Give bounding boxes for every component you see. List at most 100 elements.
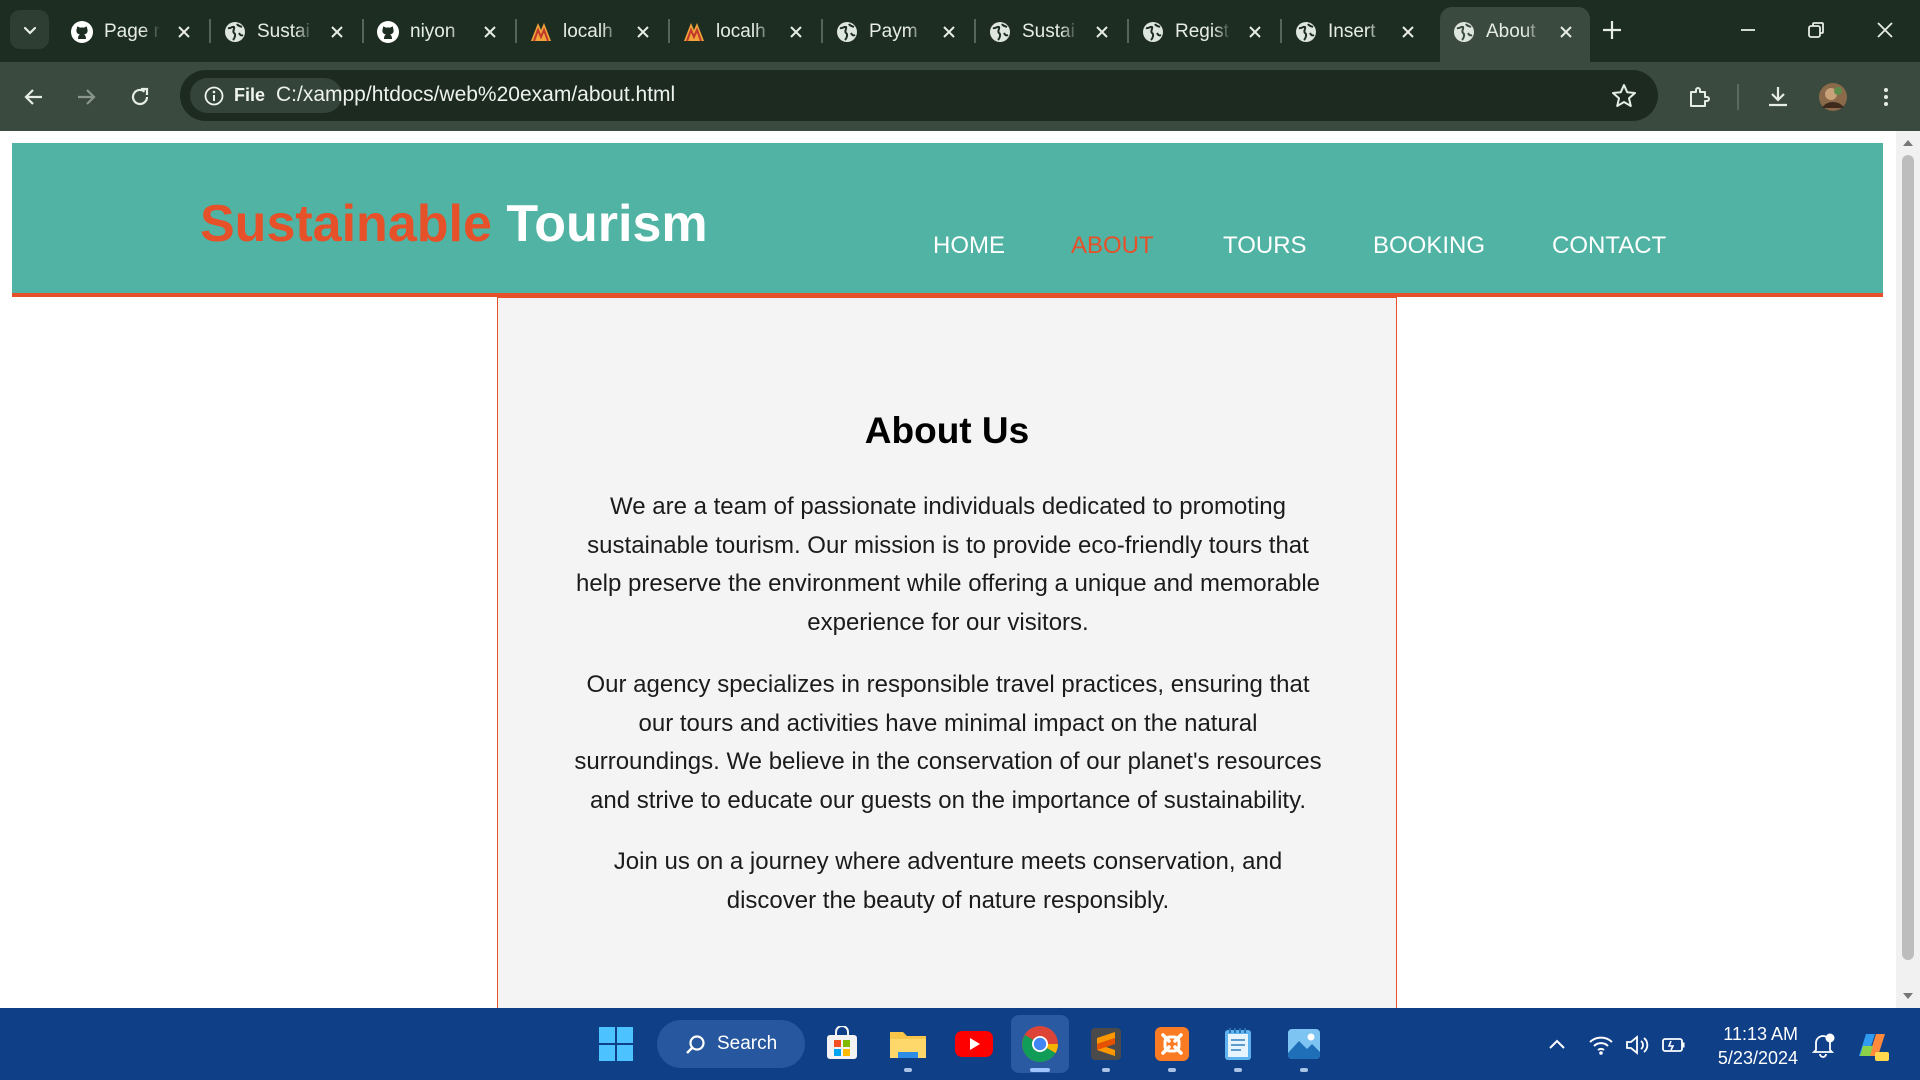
battery-icon[interactable] [1661,1032,1687,1058]
scroll-up-arrow-icon[interactable] [1902,137,1914,149]
taskbar-clock[interactable]: 11:13 AM 5/23/2024 [1708,1022,1798,1070]
tab-localhost-1[interactable]: localh [517,7,667,56]
nav-booking[interactable]: BOOKING [1373,232,1485,260]
notification-bell-icon[interactable] [1808,1030,1838,1060]
notepad-icon [1225,1028,1251,1060]
tab-register[interactable]: Regist [1129,7,1279,56]
reload-icon [131,87,149,106]
scrollbar-thumb[interactable] [1902,155,1914,960]
restore-button[interactable] [1793,10,1839,50]
running-indicator [1234,1068,1242,1072]
globe-icon [225,22,245,42]
chevron-up-icon[interactable] [1544,1032,1570,1058]
globe-icon [1296,22,1316,42]
minimize-button[interactable] [1725,10,1771,50]
taskbar-microsoft-store[interactable] [820,1022,864,1066]
close-icon[interactable] [939,22,959,42]
clock-date: 5/23/2024 [1717,1048,1798,1068]
close-icon[interactable] [1398,22,1418,42]
close-icon[interactable] [174,22,194,42]
copilot-icon[interactable] [1853,1026,1891,1064]
search-icon [686,1035,705,1054]
page-title: About Us [864,410,1030,451]
taskbar-notepad[interactable] [1216,1022,1260,1072]
close-icon[interactable] [786,22,806,42]
nav-about[interactable]: ABOUT [1071,232,1154,260]
taskbar-photos[interactable] [1282,1022,1326,1072]
arrow-right-icon [78,89,96,105]
browser-toolbar: File C:/xampp/htdocs/web%20exam/about.ht… [0,62,1920,131]
profile-button[interactable] [1815,79,1851,115]
tab-insert[interactable]: Insert [1282,7,1432,56]
nav-home[interactable]: HOME [933,232,1005,260]
browser-tab-strip: Page r Sustai niyon localh localh Paym S… [0,0,1920,62]
close-icon[interactable] [1092,22,1112,42]
taskbar-chrome[interactable] [1011,1015,1069,1073]
url-text[interactable]: C:/xampp/htdocs/web%20exam/about.html [276,83,675,107]
taskbar-xampp[interactable] [1150,1022,1194,1072]
wifi-icon[interactable] [1588,1032,1614,1058]
forward-button[interactable] [68,79,104,115]
globe-icon [1454,22,1474,42]
sublime-text-icon [1091,1028,1121,1060]
close-icon[interactable] [1556,22,1576,42]
close-icon[interactable] [480,22,500,42]
taskbar-search[interactable]: Search [657,1020,805,1068]
scroll-down-arrow-icon[interactable] [1902,990,1914,1002]
page-scrollbar[interactable] [1896,131,1920,1008]
close-icon[interactable] [327,22,347,42]
running-indicator [1102,1068,1110,1072]
address-bar[interactable]: File C:/xampp/htdocs/web%20exam/about.ht… [180,70,1658,121]
taskbar-sublime-text[interactable] [1084,1022,1128,1072]
bookmark-star-icon[interactable] [1610,82,1638,110]
nav-tours[interactable]: TOURS [1223,232,1307,260]
nav-contact[interactable]: CONTACT [1552,232,1666,260]
tab-payment[interactable]: Paym [823,7,973,56]
tab-localhost-2[interactable]: localh [670,7,820,56]
tab-title: Page r [104,21,160,42]
avatar [1819,83,1847,111]
windows-start-icon [599,1027,633,1061]
browser-menu-button[interactable] [1868,79,1904,115]
tab-title: Paym [869,21,918,42]
downloads-button[interactable] [1760,79,1796,115]
tab-title: localh [716,21,766,42]
extensions-button[interactable] [1681,79,1717,115]
main-nav: HOME ABOUT TOURS BOOKING CONTACT [12,232,1883,272]
new-tab-plus-icon[interactable] [1598,16,1626,44]
github-icon [377,21,399,43]
download-icon [1769,87,1787,107]
tab-title: Regist [1175,21,1229,42]
reload-button[interactable] [122,79,158,115]
tab-github-niyon[interactable]: niyon [364,7,514,56]
clock-time: 11:13 AM [1723,1024,1798,1044]
tab-page[interactable]: Page r [58,7,208,56]
tab-search-button[interactable] [10,10,49,49]
close-icon[interactable] [633,22,653,42]
close-icon [1877,22,1893,38]
about-paragraph: Our agency specializes in responsible tr… [574,671,1322,814]
volume-icon[interactable] [1624,1032,1650,1058]
start-button[interactable] [594,1022,638,1066]
site-info-label: File [234,85,266,105]
globe-icon [990,22,1010,42]
running-indicator [1030,1068,1050,1072]
youtube-icon [955,1031,993,1057]
globe-icon [1143,22,1163,42]
close-icon[interactable] [1245,22,1265,42]
back-button[interactable] [16,79,52,115]
close-window-button[interactable] [1862,10,1908,50]
tab-title: Insert [1328,21,1376,42]
taskbar-youtube[interactable] [952,1022,996,1066]
about-paragraph: We are a team of passionate individuals … [575,493,1320,636]
tab-title: Sustai [1022,21,1075,42]
tab-sustainable-2[interactable]: Sustai [976,7,1126,56]
running-indicator [904,1068,912,1072]
tab-about-active[interactable]: About [1440,7,1590,62]
running-indicator [1168,1068,1176,1072]
tab-sustainable[interactable]: Sustai [211,7,361,56]
toolbar-separator [1737,84,1739,110]
restore-icon [1808,22,1824,38]
globe-icon [837,22,857,42]
taskbar-file-explorer[interactable] [886,1022,930,1072]
